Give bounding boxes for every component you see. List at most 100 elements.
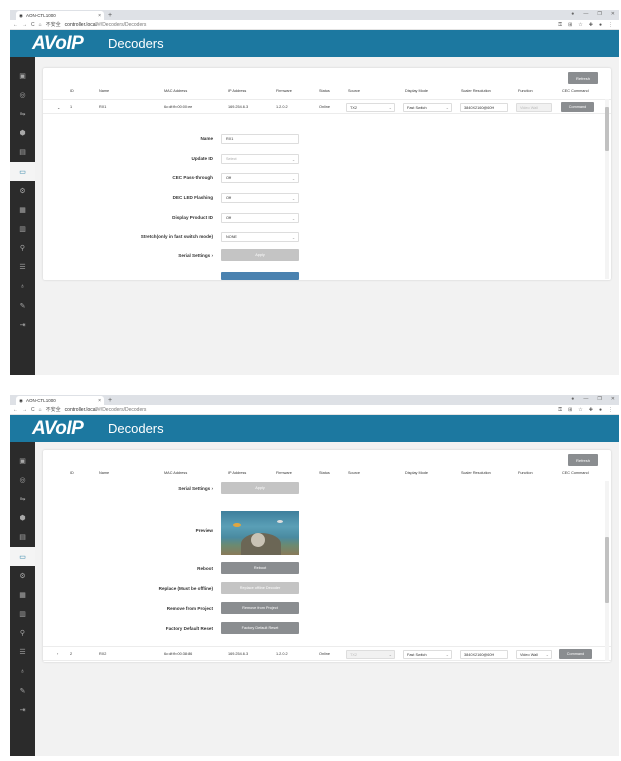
- sidebar-item-dashboard-icon[interactable]: ▣: [10, 66, 35, 85]
- sidebar-item-users-icon[interactable]: ⚲: [10, 239, 35, 258]
- refresh-button[interactable]: Refresh: [568, 72, 598, 84]
- close-tab-icon[interactable]: ×: [98, 398, 101, 404]
- page-title: Decoders: [108, 421, 164, 436]
- name-field[interactable]: RX1: [221, 134, 299, 144]
- function-select[interactable]: Video Wall ⌄: [516, 650, 552, 659]
- dec-led-select[interactable]: Off ⌄: [221, 193, 299, 203]
- remove-row: Remove from Project Remove from Project: [43, 602, 423, 615]
- row-expand-icon[interactable]: ›: [57, 652, 58, 656]
- new-tab-button[interactable]: +: [108, 11, 112, 20]
- sidebar-item-decoders-icon[interactable]: ▭: [10, 161, 35, 182]
- sidebar-item-sources-icon[interactable]: ◎: [10, 85, 35, 104]
- sidebar-item-routing-icon[interactable]: ⇋: [10, 489, 35, 508]
- sidebar-item-settings-icon[interactable]: ⚙: [10, 181, 35, 200]
- profile-icon[interactable]: ●: [571, 11, 574, 17]
- sidebar-item-videowall-icon[interactable]: ▦: [10, 585, 35, 604]
- browser-tab[interactable]: ◉ AON-CTL1000 ×: [16, 11, 104, 20]
- scaler-resolution-select[interactable]: 3840X2160@60H: [460, 650, 508, 659]
- sidebar-item-list-icon[interactable]: ☰: [10, 643, 35, 662]
- sidebar-item-encoders-icon[interactable]: ▤: [10, 143, 35, 162]
- translate-icon[interactable]: ⊞: [568, 407, 572, 413]
- security-label[interactable]: 不安全: [46, 406, 61, 413]
- security-label[interactable]: 不安全: [46, 21, 61, 28]
- scaler-resolution-select[interactable]: 3840X2160@60H: [460, 103, 508, 112]
- forward-icon[interactable]: →: [22, 22, 27, 28]
- close-window-icon[interactable]: ✕: [611, 396, 615, 402]
- display-pid-select[interactable]: Off ⌄: [221, 213, 299, 223]
- scrollbar[interactable]: [605, 481, 609, 661]
- back-icon[interactable]: ←: [13, 22, 18, 28]
- account-icon[interactable]: ●: [599, 407, 602, 413]
- sidebar-item-dashboard-icon[interactable]: ▣: [10, 451, 35, 470]
- url-input[interactable]: controller.local/#/Decoders/Decoders: [65, 22, 147, 28]
- sidebar-item-logout-icon[interactable]: ⇥: [10, 700, 35, 719]
- sidebar-item-encoders-icon[interactable]: ▤: [10, 528, 35, 547]
- sidebar-item-network-icon[interactable]: ♁: [10, 662, 35, 681]
- profile-icon[interactable]: ●: [571, 396, 574, 402]
- sidebar-item-sources-icon[interactable]: ◎: [10, 470, 35, 489]
- main-content: Refresh ID Name MAC Address IP Address F…: [35, 442, 619, 756]
- close-tab-icon[interactable]: ×: [98, 13, 101, 19]
- sidebar-item-list-icon[interactable]: ☰: [10, 258, 35, 277]
- refresh-button[interactable]: Refresh: [568, 454, 598, 466]
- reload-icon[interactable]: C: [31, 407, 35, 413]
- apply-button[interactable]: Apply: [221, 249, 299, 261]
- sidebar-item-videowall-icon[interactable]: ▦: [10, 200, 35, 219]
- table-row[interactable]: › 2 RX2 6c:df:fb:00:38:86 169.254.6.3 1.…: [43, 646, 611, 661]
- scrollbar-thumb[interactable]: [605, 107, 609, 151]
- url-input[interactable]: controller.local/#/Decoders/Decoders: [65, 407, 147, 413]
- remove-from-project-button[interactable]: Remove from Project: [221, 602, 299, 614]
- factory-reset-button[interactable]: Factory Default Reset: [221, 622, 299, 634]
- stretch-select[interactable]: NONE ⌄: [221, 232, 299, 242]
- menu-icon[interactable]: ⋮: [608, 407, 613, 413]
- translate-icon[interactable]: ⊞: [568, 22, 572, 28]
- serial-label[interactable]: Serial Settings ›: [178, 486, 213, 491]
- reboot-button[interactable]: Reboot: [221, 562, 299, 574]
- sidebar-item-tools-icon[interactable]: ✎: [10, 296, 35, 315]
- table-row[interactable]: ⌄ 1 RX1 6c:df:fb:00:00:ee 169.254.6.3 1.…: [43, 99, 611, 114]
- menu-icon[interactable]: ⋮: [608, 22, 613, 28]
- sidebar-item-multiview-icon[interactable]: ▥: [10, 220, 35, 239]
- minimize-icon[interactable]: —: [583, 11, 588, 17]
- forward-icon[interactable]: →: [22, 407, 27, 413]
- apply-button[interactable]: Apply: [221, 482, 299, 494]
- extensions-icon[interactable]: ✚: [589, 22, 593, 28]
- cec-command-button[interactable]: Command: [561, 102, 594, 112]
- update-id-select[interactable]: Select ⌄: [221, 154, 299, 164]
- cec-command-button[interactable]: Command: [559, 649, 592, 659]
- home-icon[interactable]: ⌂: [39, 22, 42, 28]
- sidebar-item-routing-icon[interactable]: ⇋: [10, 104, 35, 123]
- serial-label[interactable]: Serial Settings ›: [178, 253, 213, 258]
- home-icon[interactable]: ⌂: [39, 407, 42, 413]
- extensions-icon[interactable]: ✚: [589, 407, 593, 413]
- back-icon[interactable]: ←: [13, 407, 18, 413]
- scrollbar[interactable]: [605, 99, 609, 279]
- row-expand-icon[interactable]: ⌄: [57, 105, 60, 110]
- source-select[interactable]: TX2 ⌄: [346, 103, 395, 112]
- key-icon[interactable]: ⚿: [558, 22, 562, 28]
- star-icon[interactable]: ☆: [578, 22, 582, 28]
- maximize-icon[interactable]: ❐: [597, 396, 601, 402]
- sidebar-item-network-icon[interactable]: ♁: [10, 277, 35, 296]
- scrollbar-thumb[interactable]: [605, 537, 609, 603]
- sidebar-item-multiview-icon[interactable]: ▥: [10, 605, 35, 624]
- display-mode-select[interactable]: Fast Switch ⌄: [403, 103, 452, 112]
- account-icon[interactable]: ●: [599, 22, 602, 28]
- minimize-icon[interactable]: —: [583, 396, 588, 402]
- sidebar-item-layers-icon[interactable]: ⬢: [10, 124, 35, 143]
- sidebar-item-logout-icon[interactable]: ⇥: [10, 315, 35, 334]
- key-icon[interactable]: ⚿: [558, 407, 562, 413]
- browser-tab[interactable]: ◉ AON-CTL1000 ×: [16, 396, 104, 405]
- sidebar-item-layers-icon[interactable]: ⬢: [10, 509, 35, 528]
- reload-icon[interactable]: C: [31, 22, 35, 28]
- star-icon[interactable]: ☆: [578, 407, 582, 413]
- close-window-icon[interactable]: ✕: [611, 11, 615, 17]
- maximize-icon[interactable]: ❐: [597, 11, 601, 17]
- sidebar-item-settings-icon[interactable]: ⚙: [10, 566, 35, 585]
- sidebar-item-tools-icon[interactable]: ✎: [10, 681, 35, 700]
- sidebar-item-decoders-icon[interactable]: ▭: [10, 546, 35, 567]
- display-mode-select[interactable]: Fast Switch ⌄: [403, 650, 452, 659]
- cec-pass-select[interactable]: Off ⌄: [221, 173, 299, 183]
- sidebar-item-users-icon[interactable]: ⚲: [10, 624, 35, 643]
- new-tab-button[interactable]: +: [108, 396, 112, 405]
